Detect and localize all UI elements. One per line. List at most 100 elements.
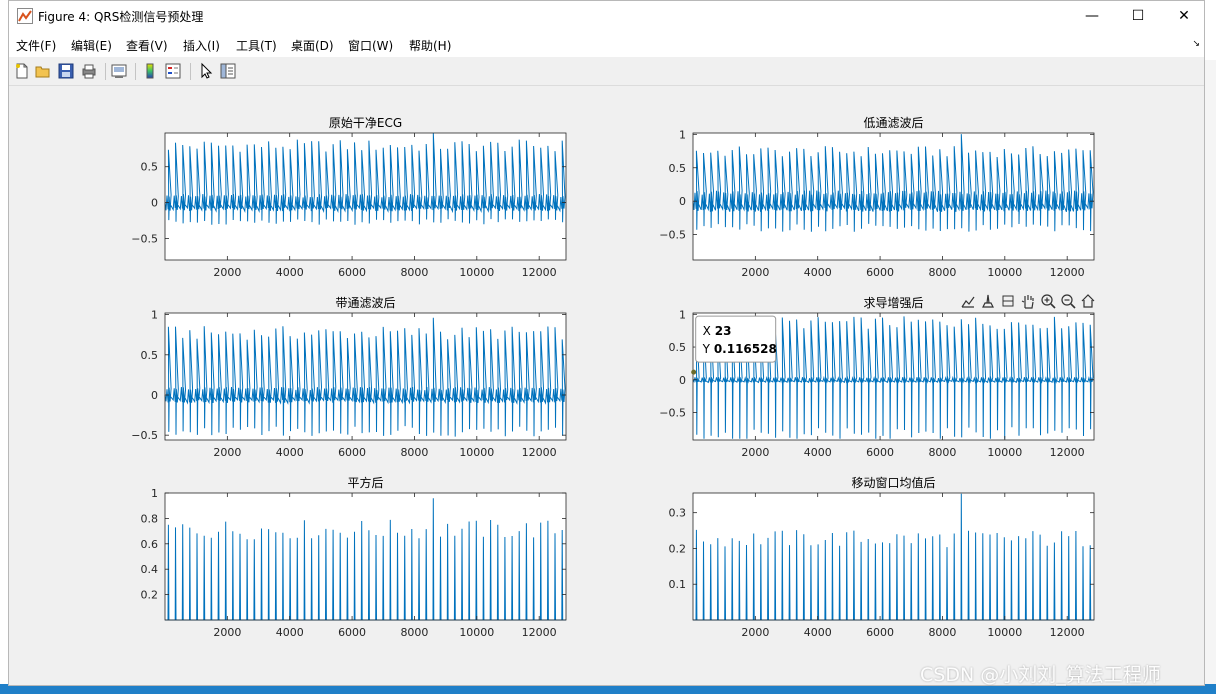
y-tick-label: −0.5 [131,232,158,245]
x-tick-label: 6000 [338,626,366,639]
x-tick-label: 2000 [741,446,769,459]
zoom-in-icon[interactable] [1040,293,1056,309]
x-tick-label: 8000 [400,626,428,639]
x-tick-label: 4000 [276,266,304,279]
x-tick-label: 6000 [338,446,366,459]
menu-bar: 文件(F) 编辑(E) 查看(V) 插入(I) 工具(T) 桌面(D) 窗口(W… [9,31,1204,57]
rotate-icon[interactable] [1000,293,1016,309]
y-tick-label: 0.4 [141,563,159,576]
menu-help[interactable]: 帮助(H) [409,37,451,54]
maximize-icon: ☐ [1131,8,1145,24]
y-tick-label: 0.2 [669,542,687,555]
axes-title: 带通滤波后 [335,296,395,310]
link-plot-icon[interactable] [110,62,128,80]
x-tick-label: 10000 [459,266,494,279]
y-tick-label: −0.5 [131,429,158,442]
axes-title: 低通滤波后 [863,116,923,130]
axes-1: 2000 4000 6000 8000 10000 12000 −0.5 0 0.5 原始干净EC… [131,116,567,279]
axes-title: 求导增强后 [863,296,923,310]
close-button[interactable]: ✕ [1161,1,1207,31]
x-tick-label: 10000 [459,446,494,459]
x-tick-label: 2000 [213,446,241,459]
y-tick-label: 1 [679,308,686,321]
y-tick-label: 0 [679,374,686,387]
y-tick-label: −0.5 [659,229,686,242]
y-tick-label: 0.5 [141,161,159,174]
save-icon[interactable] [57,62,75,80]
menu-view[interactable]: 查看(V) [126,37,168,54]
menu-tools[interactable]: 工具(T) [236,37,277,54]
x-tick-label: 12000 [522,266,557,279]
menu-overflow-icon[interactable]: ↘ [1192,39,1200,49]
data-tip-marker [691,369,697,375]
y-tick-label: 1 [151,487,158,500]
x-tick-label: 2000 [741,626,769,639]
x-tick-label: 6000 [866,266,894,279]
edit-plot-icon[interactable] [197,62,215,80]
legend-icon[interactable] [164,62,182,80]
figure-canvas[interactable]: 2000 4000 6000 8000 10000 12000 −0.5 0 0.5 原始干净EC… [9,86,1204,685]
csdn-watermark: CSDN @小刘刘_算法工程师 [920,664,1161,686]
maximize-button[interactable]: ☐ [1115,1,1161,31]
toolbar-separator [105,63,106,80]
menu-window[interactable]: 窗口(W) [348,37,393,54]
x-tick-label: 2000 [213,626,241,639]
y-tick-label: 0.5 [141,349,159,362]
axes-title: 平方后 [347,475,383,490]
axes-6: 2000 4000 6000 8000 10000 12000 0.1 0.2 0.3 移动窗口均… [669,475,1095,639]
x-tick-label: 4000 [804,626,832,639]
axes-title: 移动窗口均值后 [851,475,935,490]
y-tick-label: 0.6 [141,538,159,551]
axes-3: 2000 4000 6000 8000 10000 12000 −0.5 0 0.5 1 带通滤波后 [131,296,567,459]
y-tick-label: 0 [679,195,686,208]
plots-svg: 2000 4000 6000 8000 10000 12000−0.500.5原始干净EC… [131,116,1096,639]
x-tick-label: 4000 [804,446,832,459]
axes-5: 2000 4000 6000 8000 10000 12000 0.2 0.4 0.6 0.8 1 平… [141,475,567,639]
new-figure-icon[interactable] [13,62,31,80]
open-file-icon[interactable] [34,62,52,80]
x-tick-label: 10000 [987,626,1022,639]
window-title: Figure 4: QRS检测信号预处理 [38,10,204,24]
axes-title: 原始干净ECG [329,116,402,130]
y-tick-label: 0 [151,197,158,210]
x-tick-label: 12000 [1050,266,1085,279]
data-cursor-icon[interactable] [980,293,996,309]
x-tick-label: 12000 [522,626,557,639]
axes-background [165,133,566,260]
background-window-edge [1205,60,1216,694]
menu-desktop[interactable]: 桌面(D) [291,37,334,54]
x-tick-label: 2000 [741,266,769,279]
y-tick-label: 0.5 [669,341,687,354]
x-tick-label: 8000 [928,446,956,459]
brush-icon[interactable] [960,293,976,309]
x-tick-label: 10000 [987,446,1022,459]
y-tick-label: 0.5 [669,162,687,175]
print-icon[interactable] [80,62,98,80]
figure-toolbar [9,57,1204,86]
toolbar-separator [135,63,136,80]
colorbar-icon[interactable] [141,62,159,80]
home-icon[interactable] [1080,293,1096,309]
y-tick-label: 0.1 [669,578,687,591]
y-tick-label: 1 [679,128,686,141]
minimize-icon: — [1085,8,1099,24]
x-tick-label: 4000 [804,266,832,279]
y-tick-label: 0.3 [669,507,687,520]
y-tick-label: 1 [151,309,158,322]
minimize-button[interactable]: — [1069,1,1115,31]
pan-icon[interactable] [1020,293,1036,309]
x-tick-label: 2000 [213,266,241,279]
zoom-out-icon[interactable] [1060,293,1076,309]
property-inspector-icon[interactable] [219,62,237,80]
x-tick-label: 10000 [987,266,1022,279]
menu-insert[interactable]: 插入(I) [183,37,220,54]
menu-file[interactable]: 文件(F) [16,37,56,54]
x-tick-label: 12000 [522,446,557,459]
y-tick-label: 0.2 [141,589,159,602]
matlab-figure-icon [17,8,33,24]
title-bar: Figure 4: QRS检测信号预处理 — ☐ ✕ [9,1,1204,31]
data-tip-y: Y 0.116528 [702,342,777,356]
menu-edit[interactable]: 编辑(E) [71,37,112,54]
x-tick-label: 8000 [400,266,428,279]
x-tick-label: 8000 [400,446,428,459]
